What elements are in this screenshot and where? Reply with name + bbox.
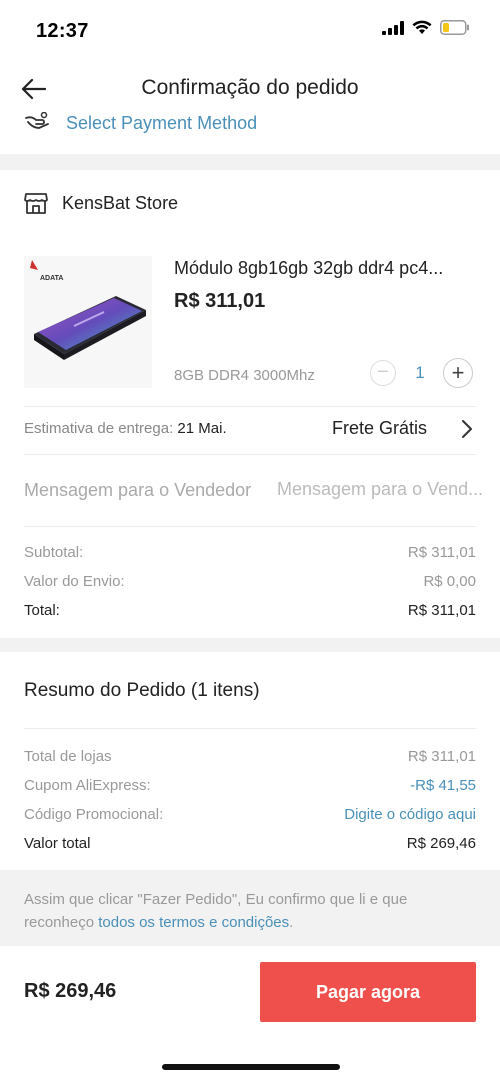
subtotal-label: Subtotal: [24, 544, 84, 561]
page-title: Confirmação do pedido [141, 76, 359, 99]
adata-logo [30, 260, 38, 270]
stores-total-value: R$ 311,01 [407, 748, 476, 765]
section-divider [0, 154, 500, 170]
signal-icon [382, 20, 404, 35]
checkout-bar: R$ 269,46 Pagar agora [0, 946, 500, 1082]
chevron-right-icon[interactable] [460, 419, 474, 439]
shipping-cost-label: Valor do Envio: [24, 573, 125, 590]
shipping-option[interactable]: Frete Grátis [332, 418, 427, 439]
promo-code-label: Código Promocional: [24, 806, 164, 823]
coupon-row[interactable]: Cupom AliExpress: -R$ 41,55 [24, 777, 476, 794]
delivery-estimate: Estimativa de entrega: 21 Mai. [24, 420, 227, 437]
message-to-seller-input[interactable] [277, 479, 497, 500]
order-summary-section: Resumo do Pedido (1 itens) Total de loja… [0, 652, 500, 870]
quantity-value: 1 [415, 363, 425, 382]
promo-code-row[interactable]: Código Promocional: Digite o código aqui [24, 806, 476, 823]
divider [24, 728, 476, 729]
payment-method-row[interactable]: Select Payment Method [0, 112, 500, 154]
grand-total-label: Valor total [24, 835, 91, 852]
stores-total-row: Total de lojas R$ 311,01 [24, 748, 476, 765]
divider [24, 454, 476, 455]
terms-suffix: . [289, 914, 294, 931]
store-total-value: R$ 311,01 [407, 602, 476, 619]
select-payment-method-link[interactable]: Select Payment Method [66, 113, 257, 134]
subtotal-value: R$ 311,01 [407, 544, 476, 561]
divider [24, 406, 476, 407]
store-header[interactable]: KensBat Store [24, 192, 178, 214]
product-price: R$ 311,01 [174, 290, 266, 312]
quantity-increase-button[interactable]: + [443, 358, 473, 388]
battery-icon [440, 20, 469, 35]
product-image[interactable]: ADATA [24, 256, 152, 388]
coupon-value[interactable]: -R$ 41,55 [410, 777, 476, 794]
grand-total-row: Valor total R$ 269,46 [24, 835, 476, 852]
store-section: KensBat Store ADATA Módulo 8gb16gb 32gb … [0, 170, 500, 638]
store-total-label: Total: [24, 602, 60, 619]
section-divider [0, 638, 500, 652]
promo-code-input-link[interactable]: Digite o código aqui [344, 806, 476, 823]
svg-text:ADATA: ADATA [40, 275, 63, 282]
status-icons [382, 20, 470, 35]
hand-coin-icon [25, 112, 49, 129]
product-variant[interactable]: 8GB DDR4 3000Mhz [174, 367, 315, 384]
shipping-cost-row: Valor do Envio: R$ 0,00 [24, 573, 476, 590]
delivery-estimate-label: Estimativa de entrega: [24, 420, 174, 437]
wifi-icon [412, 20, 432, 34]
quantity-decrease-button[interactable]: − [370, 360, 396, 386]
status-bar: 12:37 [0, 0, 500, 62]
product-title[interactable]: Módulo 8gb16gb 32gb ddr4 pc4... [174, 258, 474, 279]
stores-total-label: Total de lojas [24, 748, 112, 765]
ram-module-image: ADATA [30, 260, 146, 360]
pay-now-button[interactable]: Pagar agora [260, 962, 476, 1022]
subtotal-row: Subtotal: R$ 311,01 [24, 544, 476, 561]
nav-bar: Confirmação do pedido [0, 62, 500, 114]
terms-notice: Assim que clicar "Fazer Pedido", Eu conf… [0, 870, 500, 946]
grand-total-value: R$ 269,46 [406, 835, 476, 852]
storefront-icon [24, 193, 48, 214]
store-total-row: Total: R$ 311,01 [24, 602, 476, 619]
checkout-total: R$ 269,46 [24, 980, 117, 1002]
status-time: 12:37 [36, 20, 89, 42]
home-indicator[interactable] [162, 1064, 340, 1070]
delivery-date: 21 Mai. [177, 420, 227, 437]
terms-link[interactable]: todos os termos e condições [98, 914, 289, 931]
shipping-cost-value: R$ 0,00 [423, 573, 476, 590]
message-to-seller-label: Mensagem para o Vendedor [24, 480, 252, 500]
order-summary-title: Resumo do Pedido (1 itens) [24, 680, 260, 701]
coupon-label: Cupom AliExpress: [24, 777, 151, 794]
store-name: KensBat Store [62, 192, 179, 213]
divider [24, 526, 476, 527]
